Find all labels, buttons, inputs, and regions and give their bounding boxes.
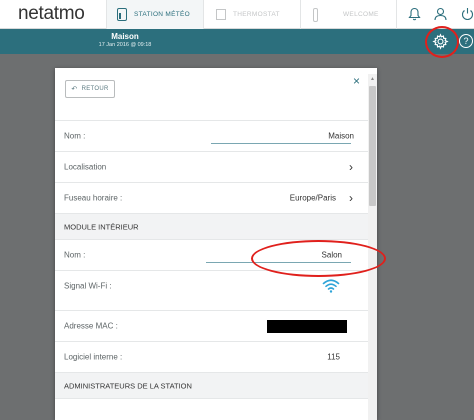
- bell-icon[interactable]: [405, 5, 423, 23]
- power-icon[interactable]: [458, 5, 474, 23]
- nav-divider: [396, 0, 397, 29]
- tab-weather-station[interactable]: STATION MÉTÉO: [107, 0, 203, 29]
- administrators-section-header: ADMINISTRATEURS DE LA STATION: [55, 372, 368, 398]
- station-name-row: Nom : Maison: [55, 120, 368, 151]
- close-glyph: ×: [352, 74, 360, 88]
- tab-welcome[interactable]: WELCOME: [301, 0, 396, 29]
- row-label: Logiciel interne :: [64, 352, 123, 362]
- tab-thermostat[interactable]: THERMOSTAT: [204, 0, 300, 29]
- back-button-label: RETOUR: [81, 86, 109, 92]
- tab-weather-station-label: STATION MÉTÉO: [134, 11, 191, 18]
- chevron-right-icon: ›: [349, 191, 353, 205]
- station-name: Maison: [111, 32, 139, 41]
- indoor-module-section-header: MODULE INTÉRIEUR: [55, 213, 368, 239]
- station-name-input[interactable]: Maison: [328, 132, 354, 141]
- section-title: ADMINISTRATEURS DE LA STATION: [64, 381, 192, 390]
- weather-station-icon: [117, 8, 127, 21]
- section-title: MODULE INTÉRIEUR: [64, 222, 139, 231]
- user-icon[interactable]: [431, 5, 449, 23]
- input-underline: [211, 143, 351, 144]
- close-icon[interactable]: ×: [353, 74, 360, 88]
- help-icon[interactable]: ?: [459, 34, 473, 48]
- row-label: Signal Wi-Fi :: [64, 281, 112, 291]
- thermostat-icon: [216, 9, 226, 20]
- top-navigation: netatmo STATION MÉTÉO THERMOSTAT WELCOME: [0, 0, 474, 29]
- mac-address-row: Adresse MAC :: [55, 310, 368, 341]
- station-header-bar: Maison 17 Jan 2016 @ 09:18 ?: [0, 29, 474, 54]
- netatmo-logo[interactable]: netatmo: [18, 3, 85, 25]
- tab-thermostat-label: THERMOSTAT: [233, 11, 280, 18]
- row-label: Nom :: [64, 131, 86, 141]
- row-label: Fuseau horaire :: [64, 193, 123, 203]
- chevron-right-icon: ›: [349, 160, 353, 174]
- location-row[interactable]: Localisation ›: [55, 151, 368, 182]
- row-label: Nom :: [64, 250, 86, 260]
- firmware-value: 115: [327, 352, 340, 362]
- row-label: Adresse MAC :: [64, 321, 118, 331]
- scrollbar-thumb[interactable]: [369, 86, 376, 206]
- annotation-circle-gear: [425, 26, 459, 58]
- help-glyph: ?: [463, 36, 469, 46]
- row-label: Localisation: [64, 162, 107, 172]
- wifi-icon: [322, 278, 340, 294]
- firmware-row: Logiciel interne : 115: [55, 341, 368, 372]
- back-button[interactable]: ↶ RETOUR: [65, 80, 115, 98]
- annotation-circle-module-name: [251, 240, 386, 277]
- logo-text-tail: atmo: [43, 3, 85, 24]
- logo-text-main: net: [18, 3, 44, 24]
- mac-address-redacted: [267, 320, 347, 333]
- timezone-row[interactable]: Fuseau horaire : Europe/Paris ›: [55, 182, 368, 213]
- tab-welcome-label: WELCOME: [343, 11, 379, 18]
- welcome-camera-icon: [313, 7, 318, 22]
- administrator-row: [55, 398, 368, 420]
- timezone-value: Europe/Paris: [289, 193, 336, 203]
- scroll-up-arrow-icon[interactable]: ▲: [370, 76, 375, 82]
- station-timestamp: 17 Jan 2016 @ 09:18: [98, 42, 152, 48]
- back-arrow-icon: ↶: [71, 86, 78, 93]
